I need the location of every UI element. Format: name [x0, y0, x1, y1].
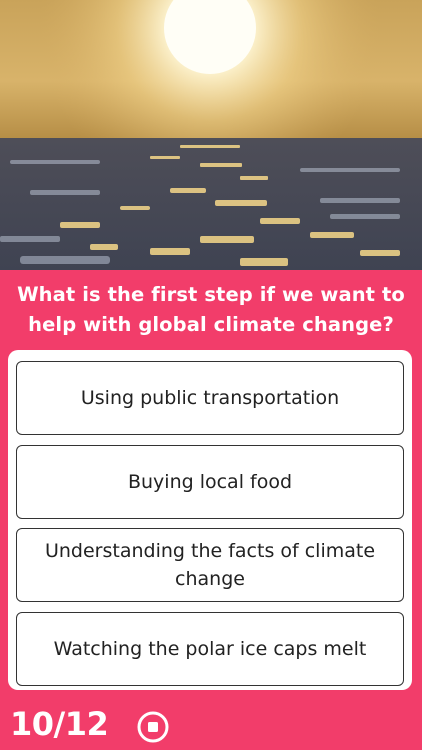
stop-button[interactable] — [136, 710, 170, 744]
answer-option-3[interactable]: Understanding the facts of climate chang… — [16, 528, 404, 602]
question-progress: 10/12 — [10, 705, 109, 743]
answer-option-4[interactable]: Watching the polar ice caps melt — [16, 612, 404, 686]
stop-circle-icon — [137, 711, 169, 743]
answer-option-1[interactable]: Using public transportation — [16, 361, 404, 435]
hero-image — [0, 0, 422, 270]
answers-card: Using public transportation Buying local… — [8, 350, 412, 690]
question-text: What is the first step if we want to hel… — [17, 283, 405, 336]
answer-option-2[interactable]: Buying local food — [16, 445, 404, 519]
